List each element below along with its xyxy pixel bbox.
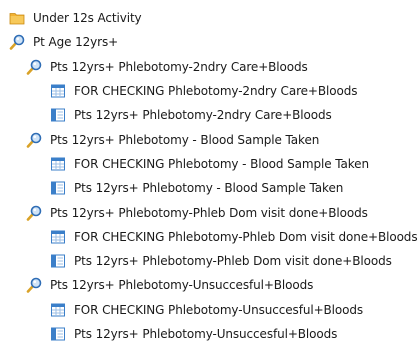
search-icon	[9, 34, 25, 51]
tree-item-label: FOR CHECKING Phlebotomy-Phleb Dom visit …	[74, 229, 417, 244]
tree-item-label: Pts 12yrs+ Phlebotomy - Blood Sample Tak…	[50, 132, 320, 147]
tree-item-label: Under 12s Activity	[33, 11, 142, 26]
report-list-icon	[50, 326, 66, 342]
report-table-icon	[50, 302, 66, 318]
tree-item-label: Pts 12yrs+ Phlebotomy-Phleb Dom visit do…	[74, 254, 392, 269]
tree-item-label: Pts 12yrs+ Phlebotomy-2ndry Care+Bloods	[74, 108, 332, 123]
tree-item-label: Pts 12yrs+ Phlebotomy-Phleb Dom visit do…	[50, 205, 368, 220]
tree-item-report[interactable]: Pts 12yrs+ Phlebotomy - Blood Sample Tak…	[0, 176, 417, 200]
report-list-icon	[50, 107, 66, 123]
tree-item-label: Pts 12yrs+ Phlebotomy-Unsuccesful+Bloods	[74, 327, 338, 341]
tree-item-report[interactable]: FOR CHECKING Phlebotomy-2ndry Care+Blood…	[0, 79, 417, 103]
search-icon	[26, 132, 42, 148]
tree-item-label: Pt Age 12yrs+	[33, 35, 119, 50]
search-icon	[26, 277, 42, 294]
tree-item-report[interactable]: Pts 12yrs+ Phlebotomy-Phleb Dom visit do…	[0, 249, 417, 273]
tree-item-label: Pts 12yrs+ Phlebotomy-Unsuccesful+Bloods	[50, 278, 314, 293]
tree-item-pt-age-12yrs[interactable]: Pt Age 12yrs+	[0, 30, 417, 54]
tree-item-report[interactable]: FOR CHECKING Phlebotomy - Blood Sample T…	[0, 152, 417, 176]
search-icon	[26, 59, 42, 75]
search-icon	[26, 205, 42, 221]
tree-item-search[interactable]: Pts 12yrs+ Phlebotomy-Unsuccesful+Bloods	[0, 273, 417, 297]
tree-item-report[interactable]: FOR CHECKING Phlebotomy-Phleb Dom visit …	[0, 225, 417, 249]
report-table-icon	[50, 229, 66, 245]
tree-item-search[interactable]: Pts 12yrs+ Phlebotomy - Blood Sample Tak…	[0, 127, 417, 151]
tree-item-report[interactable]: Pts 12yrs+ Phlebotomy-Unsuccesful+Bloods	[0, 322, 417, 346]
report-tree: Under 12s Activity Pt Age 12yrs+ Pts 12y…	[0, 6, 417, 346]
report-table-icon	[50, 156, 66, 172]
tree-item-label: Pts 12yrs+ Phlebotomy - Blood Sample Tak…	[74, 181, 344, 196]
tree-item-report[interactable]: Pts 12yrs+ Phlebotomy-2ndry Care+Bloods	[0, 103, 417, 127]
tree-item-search[interactable]: Pts 12yrs+ Phlebotomy-2ndry Care+Bloods	[0, 55, 417, 79]
tree-item-search[interactable]: Pts 12yrs+ Phlebotomy-Phleb Dom visit do…	[0, 200, 417, 224]
tree-item-label: FOR CHECKING Phlebotomy-2ndry Care+Blood…	[74, 84, 358, 99]
tree-item-report[interactable]: FOR CHECKING Phlebotomy-Unsuccesful+Bloo…	[0, 298, 417, 322]
report-list-icon	[50, 180, 66, 196]
tree-item-label: FOR CHECKING Phlebotomy-Unsuccesful+Bloo…	[74, 302, 364, 317]
report-list-icon	[50, 253, 66, 269]
report-table-icon	[50, 83, 66, 99]
folder-icon	[9, 10, 25, 26]
tree-item-label: Pts 12yrs+ Phlebotomy-2ndry Care+Bloods	[50, 59, 308, 74]
tree-item-label: FOR CHECKING Phlebotomy - Blood Sample T…	[74, 156, 369, 171]
tree-item-under-12s-activity[interactable]: Under 12s Activity	[0, 6, 417, 30]
